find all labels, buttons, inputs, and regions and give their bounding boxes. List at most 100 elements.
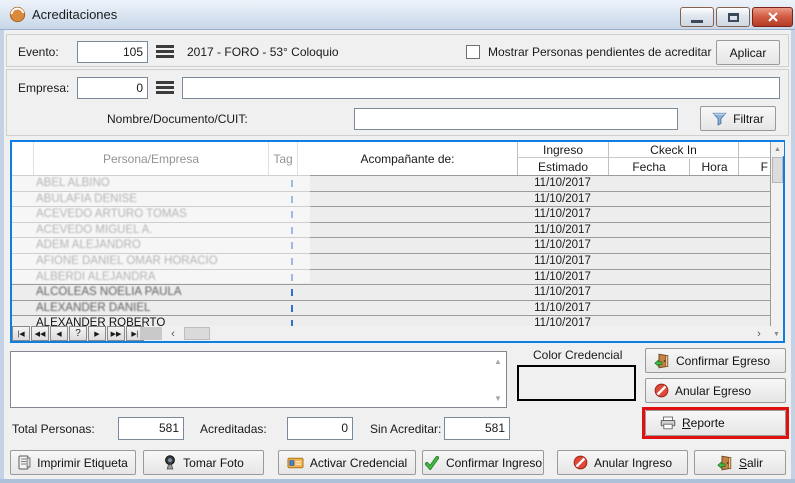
col-checkin-group-header[interactable]: Ckeck In Fecha Hora: [608, 142, 738, 175]
persona-cell: ALCOLEAS NOELIA PAULA: [36, 285, 266, 300]
persona-cell: ALBERDI ALEJANDRA: [36, 270, 266, 285]
table-row[interactable]: ACEVEDO MIGUEL A. 11/10/2017: [12, 223, 770, 239]
hscroll-right-icon[interactable]: ›: [752, 326, 766, 341]
anular-ingreso-label: Anular Ingreso: [594, 456, 672, 470]
imprimir-etiqueta-label: Imprimir Etiqueta: [37, 456, 128, 470]
mostrar-pendientes-label: Mostrar Personas pendientes de acreditar: [488, 45, 711, 59]
table-row[interactable]: ALCOLEAS NOELIA PAULA 11/10/2017: [12, 285, 770, 301]
nav-next-page-button[interactable]: ▶▶: [107, 326, 125, 341]
tag-mark: [291, 227, 293, 234]
empresa-lookup-icon[interactable]: [156, 81, 174, 94]
reporte-button[interactable]: Reporte: [645, 410, 786, 436]
table-row[interactable]: ALBERDI ALEJANDRA 11/10/2017: [12, 270, 770, 286]
ingreso-estimado-cell: 11/10/2017: [517, 254, 608, 269]
total-personas-value: 581: [118, 417, 184, 440]
ingreso-estimado-cell: 11/10/2017: [517, 207, 608, 222]
reporte-accel: R: [682, 416, 691, 430]
checkmark-icon: [424, 455, 440, 470]
grid-vertical-scrollbar[interactable]: ▲: [770, 142, 783, 326]
prohibition-icon: [573, 455, 588, 470]
col-tag-header[interactable]: Tag: [268, 142, 297, 175]
salir-button[interactable]: Salir: [694, 450, 786, 475]
color-credencial-box: [517, 365, 636, 401]
ingreso-line2: Estimado: [518, 159, 608, 175]
imprimir-etiqueta-button[interactable]: Imprimir Etiqueta: [10, 450, 136, 475]
tag-mark: [291, 274, 293, 281]
mostrar-pendientes-checkbox[interactable]: [466, 45, 480, 59]
anular-egreso-button[interactable]: Anular Egreso: [645, 378, 786, 403]
nav-prior-button[interactable]: ◀: [50, 326, 68, 341]
tag-mark: [291, 211, 293, 218]
aplicar-label: Aplicar: [730, 46, 767, 60]
evento-lookup-icon[interactable]: [156, 45, 174, 58]
acreditadas-label: Acreditadas:: [200, 422, 267, 436]
salir-label: alir: [747, 456, 763, 470]
textarea-scroll-up-icon[interactable]: ▲: [492, 355, 504, 367]
filtrar-label: Filtrar: [733, 112, 764, 126]
persona-cell: ACEVEDO MIGUEL A.: [36, 223, 266, 238]
tag-mark: [291, 289, 293, 296]
ingreso-estimado-cell: 11/10/2017: [517, 316, 608, 326]
nav-first-button[interactable]: |◀: [12, 326, 30, 341]
empresa-input[interactable]: 0: [77, 77, 148, 99]
activar-credencial-button[interactable]: Activar Credencial: [278, 450, 416, 475]
col-ingreso-header[interactable]: Ingreso Estimado: [517, 142, 608, 175]
table-row[interactable]: ACEVEDO ARTURO TOMAS 11/10/2017: [12, 207, 770, 223]
prohibition-icon: [654, 383, 669, 398]
app-icon: [9, 6, 26, 23]
personas-grid[interactable]: Persona/Empresa Tag Acompañante de: Ingr…: [10, 140, 785, 343]
reporte-label: eporte: [691, 416, 725, 430]
col-indicator-header[interactable]: [12, 142, 33, 175]
title-bar[interactable]: Acreditaciones: [0, 0, 795, 30]
nav-next-button[interactable]: ▶: [88, 326, 106, 341]
textarea-scroll-down-icon[interactable]: ▼: [492, 392, 504, 404]
horizontal-scroll-thumb[interactable]: [184, 327, 210, 340]
grid-rows[interactable]: ABEL ALBINO 11/10/2017 ABULAFIA DENISE 1…: [12, 176, 770, 326]
col-persona-header[interactable]: Persona/Empresa: [33, 142, 268, 175]
col-acompanante-header[interactable]: Acompañante de:: [297, 142, 517, 175]
confirmar-egreso-button[interactable]: Confirmar Egreso: [645, 348, 786, 373]
confirmar-ingreso-button[interactable]: Confirmar Ingreso: [422, 450, 544, 475]
salir-accel: S: [739, 456, 747, 470]
table-row[interactable]: ADEM ALEJANDRO 11/10/2017: [12, 238, 770, 254]
minimize-button[interactable]: [680, 7, 714, 27]
total-personas-label: Total Personas:: [12, 422, 95, 436]
table-row[interactable]: ALEXANDER DANIEL 11/10/2017: [12, 301, 770, 317]
credential-card-icon: [287, 456, 304, 470]
tomar-foto-button[interactable]: Tomar Foto: [143, 450, 264, 475]
evento-input[interactable]: 105: [77, 41, 148, 63]
nombre-documento-input[interactable]: [354, 108, 678, 130]
ingreso-estimado-cell: 11/10/2017: [517, 285, 608, 300]
ingreso-estimado-cell: 11/10/2017: [517, 238, 608, 253]
next-fecha-partial: F: [739, 159, 770, 175]
maximize-button[interactable]: [716, 7, 750, 27]
window-title: Acreditaciones: [32, 7, 117, 22]
close-button[interactable]: [752, 7, 793, 27]
hscroll-left-icon[interactable]: ‹: [166, 326, 180, 341]
nav-prior-page-button[interactable]: ◀◀: [31, 326, 49, 341]
minimize-icon: [691, 20, 703, 23]
anular-ingreso-button[interactable]: Anular Ingreso: [557, 450, 688, 475]
table-row[interactable]: ABULAFIA DENISE 11/10/2017: [12, 192, 770, 208]
table-row[interactable]: AFIONE DANIEL OMAR HORACIO 11/10/2017: [12, 254, 770, 270]
grid-bottom-bar: |◀ ◀◀ ◀ ? ▶ ▶▶ ▶| ‹ › ▼: [12, 326, 783, 341]
table-row[interactable]: ABEL ALBINO 11/10/2017: [12, 176, 770, 192]
ingreso-estimado-cell: 11/10/2017: [517, 301, 608, 316]
evento-descripcion-field: 2017 - FORO - 53° Coloquio: [182, 41, 458, 63]
window-frame-bottom: [0, 479, 795, 483]
scroll-up-icon[interactable]: ▲: [771, 142, 784, 156]
col-next-partial-header[interactable]: F: [738, 142, 770, 175]
nav-help-button[interactable]: ?: [69, 326, 87, 341]
aplicar-button[interactable]: Aplicar: [716, 40, 780, 65]
scroll-down-icon[interactable]: ▼: [770, 327, 783, 341]
exit-door-icon: [717, 455, 733, 471]
sin-acreditar-value: 581: [444, 417, 510, 440]
filtrar-button[interactable]: Filtrar: [700, 106, 776, 131]
vertical-scroll-thumb[interactable]: [772, 157, 783, 183]
persona-cell: ABULAFIA DENISE: [36, 192, 266, 207]
close-icon: [767, 12, 779, 22]
table-row[interactable]: ALEXANDER ROBERTO 11/10/2017: [12, 316, 770, 326]
observaciones-textarea[interactable]: ▲ ▼: [10, 351, 507, 408]
ingreso-line1: Ingreso: [518, 142, 608, 158]
evento-label: Evento:: [18, 45, 59, 59]
